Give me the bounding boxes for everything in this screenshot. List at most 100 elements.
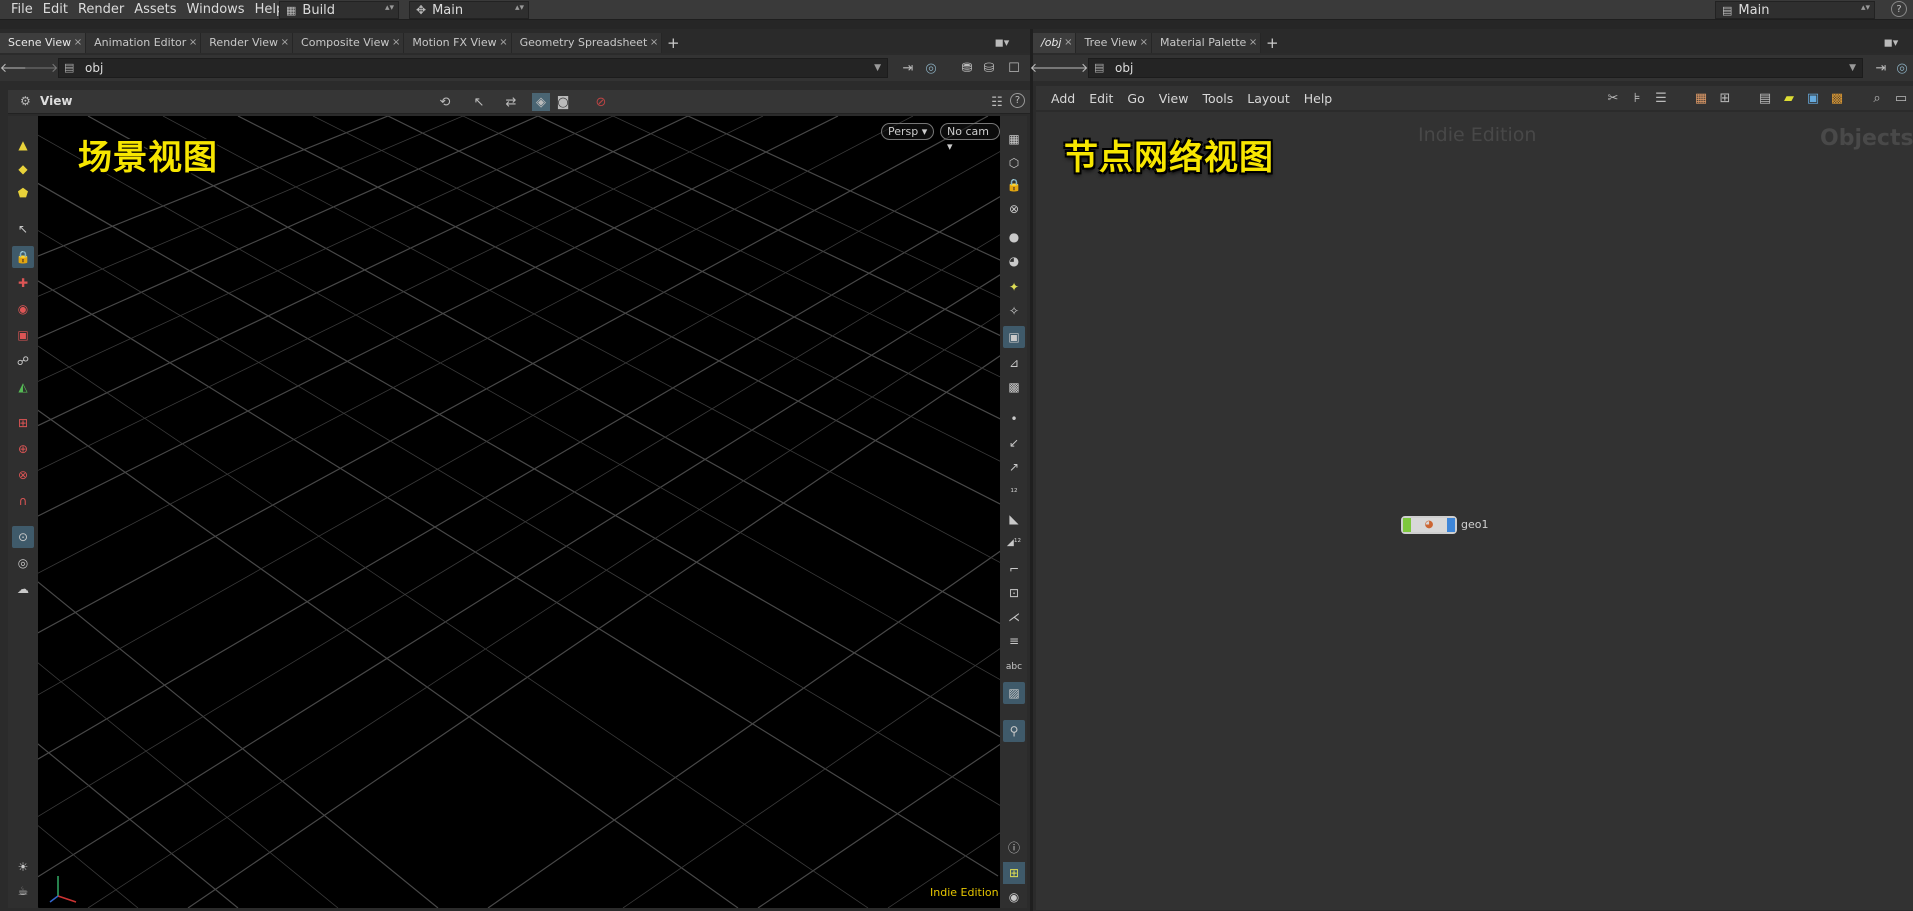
quad-view-icon[interactable]: ⊞ <box>1003 862 1025 884</box>
tab-scene-view[interactable]: Scene View × <box>0 33 87 53</box>
camera-display-icon[interactable]: ▩ <box>1003 376 1025 398</box>
background-icon[interactable]: ▣ <box>1003 326 1025 348</box>
menu-edit[interactable]: Edit <box>38 0 73 20</box>
image-display-icon[interactable]: ▨ <box>1003 682 1025 704</box>
prim-numbers-icon[interactable]: ◢¹² <box>1003 532 1025 554</box>
wrench-icon[interactable]: ✂ <box>1604 89 1622 107</box>
net-menu-add[interactable]: Add <box>1044 91 1082 106</box>
snap-icon[interactable]: ◈ <box>532 93 550 111</box>
net-menu-help[interactable]: Help <box>1297 91 1340 106</box>
display-options-icon[interactable]: ☷ <box>988 93 1006 111</box>
persp-button[interactable]: Persp ▾ <box>881 123 935 140</box>
lock-icon[interactable]: 🔒 <box>12 246 34 268</box>
vector-icon[interactable]: ⋌ <box>1003 606 1025 628</box>
tab-tree-view[interactable]: Tree View × <box>1076 33 1153 53</box>
snap-grid-icon[interactable]: ⊞ <box>12 412 34 434</box>
close-icon[interactable]: × <box>74 33 82 53</box>
pane-menu-icon[interactable]: ◼▾ <box>993 33 1011 51</box>
image-icon[interactable]: ▣ <box>1804 89 1822 107</box>
lights-icon[interactable]: ☀ <box>12 856 34 878</box>
uv-display-icon[interactable]: ⌐ <box>1003 558 1025 580</box>
close-icon[interactable]: × <box>281 33 289 53</box>
wire-icon[interactable]: ⬡ <box>1003 152 1025 174</box>
pin-display-icon[interactable]: ⚲ <box>1003 720 1025 742</box>
tab-composite-view[interactable]: Composite View × <box>293 33 405 53</box>
chevron-down-icon[interactable]: ▼ <box>874 63 881 73</box>
grid-view-icon[interactable]: ⊞ <box>1716 89 1734 107</box>
render-scene-icon[interactable]: ⛃ <box>958 59 976 77</box>
point-display-icon[interactable]: • <box>1003 408 1025 430</box>
pane-menu-icon[interactable]: ◼▾ <box>1882 33 1900 51</box>
pin-icon[interactable]: ⇥ <box>1872 59 1890 77</box>
close-icon[interactable]: × <box>1140 33 1148 53</box>
tab-obj[interactable]: /obj × <box>1033 33 1077 53</box>
tab-animation-editor[interactable]: Animation Editor × <box>86 33 202 53</box>
desktop-dropdown[interactable]: ▦ Build ▴▾ <box>279 1 399 19</box>
snap-point-icon[interactable]: ⊗ <box>12 464 34 486</box>
forward-arrow-icon[interactable]: 🡒 <box>1054 59 1089 77</box>
teapot-icon[interactable]: ☕ <box>12 880 34 902</box>
menu-windows[interactable]: Windows <box>182 0 250 20</box>
search-icon[interactable]: ⌕ <box>1868 89 1886 107</box>
close-icon[interactable]: × <box>1064 33 1072 53</box>
maximize-icon[interactable]: ☐ <box>1005 59 1023 77</box>
sticky-note-icon[interactable]: ▰ <box>1780 89 1798 107</box>
grid-display-icon[interactable]: ▦ <box>1003 128 1025 150</box>
net-menu-tools[interactable]: Tools <box>1195 91 1240 106</box>
tab-render-view[interactable]: Render View × <box>201 33 294 53</box>
point-normals-icon[interactable]: ↙ <box>1003 432 1025 454</box>
tab-material-palette[interactable]: Material Palette × <box>1152 33 1262 53</box>
eye-icon[interactable]: ◉ <box>1003 886 1025 908</box>
pointer-icon[interactable]: ↖ <box>12 218 34 240</box>
tab-geometry-spreadsheet[interactable]: Geometry Spreadsheet × <box>511 33 663 53</box>
rotate-icon[interactable]: ◉ <box>12 298 34 320</box>
handle-icon[interactable]: ◭ <box>12 376 34 398</box>
ghost-icon[interactable]: ⊗ <box>1003 198 1025 220</box>
close-icon[interactable]: × <box>392 33 400 53</box>
pin-icon[interactable]: ⇥ <box>899 59 917 77</box>
net-menu-view[interactable]: View <box>1152 91 1196 106</box>
left-path-field[interactable]: obj ▼ <box>58 58 888 78</box>
right-context-dropdown[interactable]: ▤ Main ▴▾ <box>1715 1 1875 19</box>
scale-icon[interactable]: ▣ <box>12 324 34 346</box>
camera-button[interactable]: No cam ▾ <box>940 123 1000 153</box>
net-menu-layout[interactable]: Layout <box>1240 91 1297 106</box>
select-points-icon[interactable]: ◆ <box>12 158 34 180</box>
select-primitives-icon[interactable]: ⬟ <box>12 182 34 204</box>
info-icon[interactable]: ⓘ <box>1003 836 1025 858</box>
render-flag[interactable] <box>1447 518 1455 532</box>
menu-file[interactable]: File <box>6 0 38 20</box>
tab-motion-fx-view[interactable]: Motion FX View × <box>404 33 512 53</box>
parameter-icon[interactable]: ▤ <box>1756 89 1774 107</box>
viewport-help-icon[interactable]: ? <box>1010 93 1025 108</box>
bounds-icon[interactable]: ⊡ <box>1003 582 1025 604</box>
net-menu-go[interactable]: Go <box>1120 91 1151 106</box>
shading-icon[interactable]: ● <box>1003 226 1025 248</box>
tree-layout-icon[interactable]: ⊧ <box>1628 89 1646 107</box>
select-object-icon[interactable]: ▲ <box>12 134 34 156</box>
screenshot-icon[interactable]: ▭ <box>1892 89 1910 107</box>
magnet-icon[interactable]: ∩ <box>12 490 34 512</box>
light-bulb-icon[interactable]: ✦ <box>1003 276 1025 298</box>
context-dropdown[interactable]: ✥ Main ▴▾ <box>409 1 529 19</box>
stop-icon[interactable]: ⊘ <box>592 93 610 111</box>
prim-normals-icon[interactable]: ◣ <box>1003 508 1025 530</box>
display-flag[interactable] <box>1403 518 1411 532</box>
lighting-icon[interactable]: ◕ <box>1003 250 1025 272</box>
select-mode-icon[interactable]: ↖ <box>470 93 488 111</box>
chevron-down-icon[interactable]: ▼ <box>1849 63 1856 73</box>
close-icon[interactable]: × <box>1249 33 1257 53</box>
menu-assets[interactable]: Assets <box>129 0 181 20</box>
close-icon[interactable]: × <box>650 33 658 53</box>
forward-arrow-icon[interactable]: 🡒 <box>24 59 59 77</box>
add-tab-button[interactable]: + <box>1261 33 1283 53</box>
translate-icon[interactable]: ✚ <box>12 272 34 294</box>
point-numbers-icon[interactable]: ¹² <box>1003 482 1025 504</box>
right-path-field[interactable]: obj ▼ <box>1088 58 1863 78</box>
link-icon[interactable]: ◎ <box>922 59 940 77</box>
transform-icon[interactable]: ⇄ <box>502 93 520 111</box>
help-icon[interactable]: ? <box>1891 1 1907 17</box>
link-icon[interactable]: ◎ <box>1893 59 1911 77</box>
layer-icon[interactable]: ≡ <box>1003 630 1025 652</box>
close-icon[interactable]: × <box>499 33 507 53</box>
